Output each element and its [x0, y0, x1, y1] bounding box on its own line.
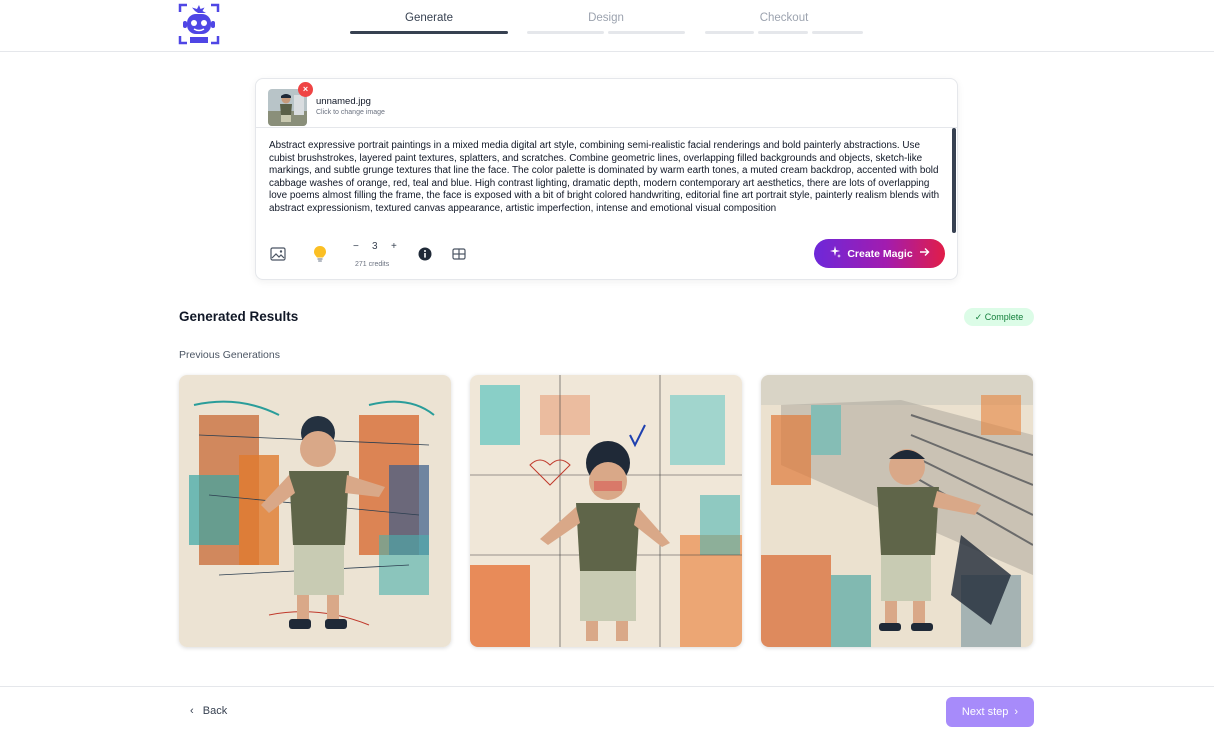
layout-icon[interactable]: [450, 245, 468, 263]
top-bar: Generate Design Checkout: [0, 0, 1214, 52]
create-magic-button[interactable]: Create Magic: [814, 239, 945, 268]
step-label: Checkout: [759, 12, 809, 24]
change-image-hint[interactable]: Click to change image: [316, 109, 385, 116]
step-generate[interactable]: Generate: [350, 0, 508, 52]
step-progress-bar: [608, 31, 685, 34]
previous-generations-label: Previous Generations: [179, 349, 280, 361]
step-label: Design: [588, 12, 624, 24]
footer-bar: ‹ Back Next step ›: [0, 686, 1214, 730]
increment-button[interactable]: +: [391, 241, 397, 252]
next-step-label: Next step: [961, 706, 1009, 718]
uploaded-filename: unnamed.jpg: [316, 96, 371, 107]
step-design[interactable]: Design: [527, 0, 685, 52]
step-checkout[interactable]: Checkout: [705, 0, 863, 52]
image-icon[interactable]: [269, 245, 287, 263]
step-progress-bar: [758, 31, 808, 34]
stepper-nav: Generate Design Checkout: [350, 0, 864, 52]
chevron-right-icon: ›: [1014, 706, 1019, 718]
next-step-button[interactable]: Next step ›: [946, 697, 1034, 727]
remove-image-button[interactable]: ×: [298, 82, 313, 97]
generated-image-2[interactable]: [470, 375, 742, 647]
results-heading: Generated Results: [179, 309, 299, 324]
prompt-scrollbar[interactable]: [952, 128, 956, 233]
lightbulb-icon[interactable]: [311, 245, 329, 263]
quantity-value: 3: [372, 241, 378, 252]
step-progress-bar: [527, 31, 604, 34]
decrement-button[interactable]: −: [353, 241, 359, 252]
generated-image-3[interactable]: [761, 375, 1033, 647]
prompt-card: × unnamed.jpg Click to change image Abst…: [255, 78, 958, 280]
step-label: Generate: [405, 12, 453, 24]
credits-remaining: 271 credits: [355, 261, 390, 268]
chevron-left-icon: ‹: [190, 705, 194, 717]
prompt-textarea[interactable]: Abstract expressive portrait paintings i…: [269, 140, 944, 232]
generated-image-1[interactable]: [179, 375, 451, 647]
back-button[interactable]: ‹ Back: [190, 705, 227, 717]
sparkles-icon: [829, 246, 842, 261]
step-progress-bar: [350, 31, 508, 34]
arrow-right-icon: [919, 247, 930, 260]
create-magic-label: Create Magic: [847, 247, 913, 260]
info-icon[interactable]: [416, 245, 434, 263]
divider: [256, 127, 957, 128]
robot-logo-icon[interactable]: [177, 2, 221, 46]
quantity-stepper: − 3 +: [351, 241, 401, 255]
back-label: Back: [202, 705, 228, 717]
step-progress-bar: [705, 31, 754, 34]
step-progress-bar: [812, 31, 863, 34]
status-badge: ✓ Complete: [964, 308, 1034, 326]
